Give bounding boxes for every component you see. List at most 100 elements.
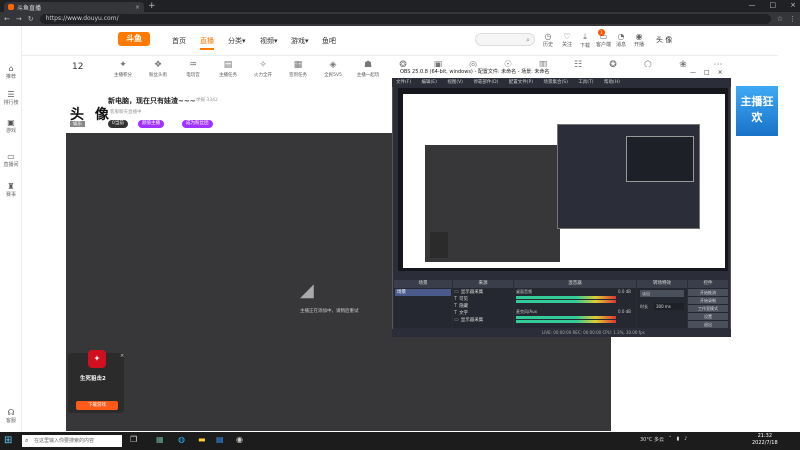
tab-close-icon[interactable]: × (135, 4, 140, 11)
forward-icon[interactable]: → (16, 15, 22, 23)
header-history[interactable]: ◷ 历史 (543, 32, 553, 48)
address-bar: ← → ↻ https://www.douyu.com/ ☆ ⋮ (0, 12, 800, 26)
room-type-tag[interactable]: 娱乐 (70, 121, 85, 127)
file-explorer-icon[interactable]: ▬ (198, 435, 206, 444)
text-icon: T (454, 310, 458, 316)
scene-item[interactable]: 场景 (395, 289, 451, 296)
sidebar-item-room[interactable]: ▭ 直播间 (0, 152, 22, 168)
fan-club-button[interactable]: 成为粉丝团 (182, 120, 213, 128)
start-recording-button[interactable]: 开始录制 (688, 297, 728, 304)
nav-live[interactable]: 直播 (200, 36, 214, 50)
star-icon[interactable]: ☆ (777, 15, 783, 23)
obs-menu-dock[interactable]: 停靠部件(D) (473, 80, 498, 85)
minimize-button[interactable]: — (749, 1, 756, 9)
widgets-icon[interactable]: ▦ (156, 435, 164, 444)
category-item[interactable]: ▦ 签到任务 (283, 60, 313, 78)
obs-menu-view[interactable]: 视图(V) (447, 80, 463, 85)
nav-fishbar[interactable]: 鱼吧 (322, 36, 336, 46)
dock-header-transitions: 转场特效 (637, 280, 687, 288)
obs-taskbar-icon[interactable]: ◉ (236, 435, 243, 444)
category-label: 签到任务 (289, 73, 307, 78)
transition-select[interactable]: 淡出 (640, 290, 684, 297)
edge-browser-icon[interactable]: ◍ (178, 435, 185, 444)
header-download[interactable]: ⤓ 下载 (580, 32, 590, 49)
nav-video[interactable]: 视频▾ (260, 36, 278, 46)
category-item[interactable]: ◈ 全民5V5 (318, 60, 348, 78)
mixer-meter (516, 296, 616, 299)
game-download-button[interactable]: 下载游戏 (76, 401, 118, 410)
right-gutter (778, 26, 800, 432)
search-icon[interactable]: ⌕ (526, 36, 530, 45)
window-controls: — □ × (749, 1, 797, 9)
search-input[interactable]: ⌕ (475, 33, 535, 46)
nav-home[interactable]: 首页 (172, 36, 186, 46)
obs-minimize-button[interactable]: — (690, 67, 696, 78)
source-item[interactable]: ▭ 显示器采集 (454, 289, 483, 295)
header-broadcast[interactable]: ◉ 开播 (634, 32, 644, 48)
category-label: 电玩宫 (186, 73, 200, 78)
category-item[interactable]: ❖ 粉丝头衔 (143, 60, 173, 78)
url-input[interactable]: https://www.douyu.com/ (39, 14, 771, 24)
nav-game[interactable]: 游戏▾ (291, 36, 309, 46)
sidebar-item-recommend[interactable]: ⌂ 推荐 (0, 64, 22, 80)
obs-menu-help[interactable]: 帮助(H) (604, 80, 620, 85)
site-logo[interactable]: 斗鱼 (118, 32, 150, 46)
source-item[interactable]: T 隐藏 (454, 303, 468, 309)
viewer-pill[interactable]: 0当前 (108, 120, 128, 128)
start-streaming-button[interactable]: 开始推流 (688, 289, 728, 296)
obs-maximize-button[interactable]: □ (704, 67, 710, 78)
room-title: 新电脑，现在只有娃渣~~~ (108, 97, 196, 105)
exit-button[interactable]: 退出 (688, 321, 728, 328)
obs-title: OBS 25.0.8 (64-bit, windows) - 配置文件: 未命名… (392, 67, 731, 78)
browser-tab[interactable]: 斗鱼直播 × (4, 2, 144, 12)
sidebar-item-rank[interactable]: ☰ 排行榜 (0, 90, 22, 106)
obs-menu-file[interactable]: 文件(F) (396, 80, 411, 85)
close-button[interactable]: × (790, 1, 796, 9)
sidebar-item-service[interactable]: ☊ 客服 (0, 408, 22, 424)
category-item[interactable]: ✦ 主播积分 (108, 60, 138, 78)
header-follow[interactable]: ♡ 关注 (562, 32, 572, 48)
header-message[interactable]: ◔ 消息 (616, 32, 626, 48)
user-avatar-name[interactable]: 头 像 (656, 35, 672, 45)
category-item[interactable]: ✧ 火力全开 (248, 60, 278, 78)
chevron-up-icon[interactable]: ˄ (669, 436, 672, 443)
obs-menu-scenes[interactable]: 场景集合(S) (543, 80, 567, 85)
source-item[interactable]: T 可见 (454, 296, 468, 302)
gamepad-icon: ▣ (7, 118, 15, 127)
task-view-icon[interactable]: ❐ (130, 435, 137, 444)
obs-window-controls: — □ × (690, 67, 723, 78)
transition-duration-input[interactable]: 300 ms (654, 303, 684, 310)
sidebar-item-match[interactable]: ♜ 赛事 (0, 182, 22, 198)
new-tab-button[interactable]: + (148, 1, 156, 11)
source-item[interactable]: ▭ 显示器采集 (454, 317, 483, 323)
category-icon: ☗ (363, 60, 373, 70)
category-item[interactable]: ☗ 主播一起玩 (353, 60, 383, 78)
obs-close-button[interactable]: × (718, 67, 723, 78)
sidebar-item-game[interactable]: ▣ 游戏 (0, 118, 22, 134)
volume-icon[interactable]: ♪ (684, 436, 687, 443)
studio-mode-button[interactable]: 工作室模式 (688, 305, 728, 312)
category-item[interactable]: ▤ 主播任务 (213, 60, 243, 78)
source-item[interactable]: T 文字 (454, 310, 468, 316)
settings-button[interactable]: 设置 (688, 313, 728, 320)
obs-menu-tools[interactable]: 工具(T) (578, 80, 593, 85)
category-item[interactable]: ♒ 电玩宫 (178, 60, 208, 78)
promo-banner[interactable]: 主播狂欢 (736, 86, 778, 136)
obs-menu-edit[interactable]: 编辑(E) (422, 80, 437, 85)
popup-close-icon[interactable]: × (120, 353, 124, 359)
taskbar-clock[interactable]: 21:32 2022/7/18 (752, 433, 778, 447)
weather-widget[interactable]: 30°C 多云 (640, 436, 664, 443)
obs-menu-profile[interactable]: 配置文件(P) (509, 80, 533, 85)
maximize-button[interactable]: □ (770, 1, 777, 9)
menu-icon[interactable]: ⋮ (789, 15, 796, 23)
store-icon[interactable]: ▤ (216, 435, 224, 444)
back-icon[interactable]: ← (4, 15, 10, 23)
nav-category[interactable]: 分类▾ (228, 36, 246, 46)
mixer-meter (516, 316, 616, 319)
windows-start-icon[interactable]: ⊞ (4, 435, 12, 446)
tag-pill[interactable]: 颜值主播 (138, 120, 164, 128)
mixer-desktop-label: 桌面音频 (516, 289, 532, 294)
reload-icon[interactable]: ↻ (28, 15, 34, 23)
taskbar-search-input[interactable]: ⌕ 在这里输入你要搜索的内容 (22, 435, 122, 447)
network-icon[interactable]: ▮ (676, 436, 679, 443)
